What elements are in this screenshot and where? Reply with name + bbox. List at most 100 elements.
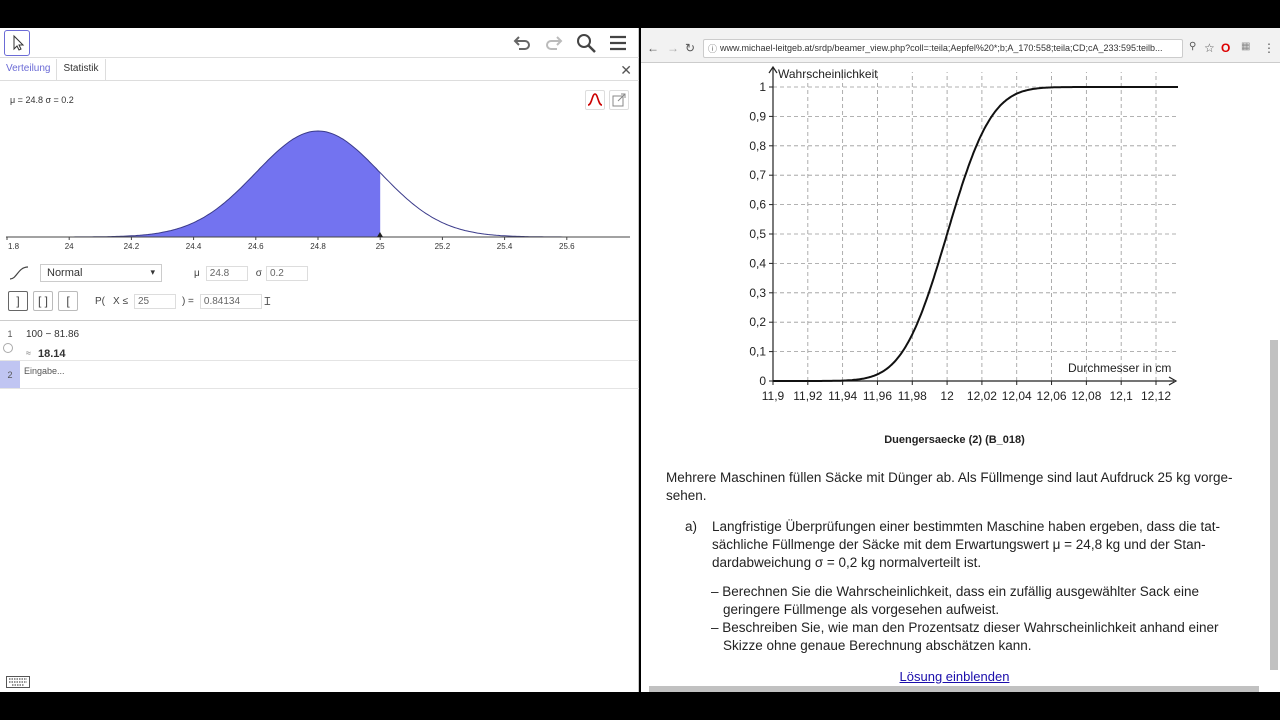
algebra-row-1[interactable]: 1 100 − 81.86 ≈ 18.14 — [0, 321, 639, 361]
opera-icon[interactable]: O — [1221, 41, 1230, 55]
url-text: www.michael-leitgeb.at/srdp/beamer_view.… — [720, 43, 1163, 53]
y-tick-label: 0,9 — [749, 109, 766, 123]
sigma-label: σ — [255, 267, 262, 279]
x-tick-label: 11,9 — [762, 389, 785, 403]
y-tick-label: 0,2 — [749, 315, 766, 329]
y-axis-label: Wahrscheinlichkeit — [778, 67, 878, 81]
redo-icon — [546, 36, 563, 50]
x-tick-label: 12,08 — [1071, 389, 1101, 403]
algebra-input[interactable]: 100 − 81.86 — [26, 329, 79, 340]
y-tick-label: 0,7 — [749, 168, 766, 182]
left-sided-button[interactable]: ] — [8, 291, 28, 311]
mu-input[interactable]: 24.8 — [205, 265, 248, 281]
y-tick-label: 0,3 — [749, 286, 766, 300]
back-icon[interactable]: ← — [647, 41, 659, 55]
part-a-text: Langfristige Überprüfungen einer bestimm… — [712, 518, 1220, 572]
x-tick-label: 24 — [65, 242, 74, 251]
upper-bound-input[interactable]: 25 — [133, 293, 176, 309]
zoom-icon[interactable]: ⚲ — [1189, 41, 1196, 52]
y-tick-label: 0 — [759, 374, 766, 388]
y-tick-label: 0,1 — [749, 345, 766, 359]
chart-grid — [773, 72, 1176, 381]
probability-row: ] [ ] [ P( X ≤ 25 ) = 0.84134 Ｉ — [8, 290, 273, 312]
x-tick-labels: 11,9 11,92 11,94 11,96 11,98 12 12,02 12,04 12,0… — [762, 381, 1171, 403]
x-tick-label: 12,04 — [1002, 389, 1032, 403]
shaded-probability-area — [7, 131, 381, 237]
intro-line-1: Mehrere Maschinen füllen Säcke mit Dünge… — [666, 470, 1233, 485]
x-tick-label: 11,96 — [863, 389, 892, 403]
geogebra-window: Verteilung Statistik ✕ μ = 24.8 σ = 0.2 … — [0, 28, 639, 692]
redo-button[interactable] — [543, 32, 565, 54]
cumulative-toggle-icon[interactable] — [8, 264, 30, 282]
x-tick-label: 12,1 — [1110, 389, 1134, 403]
exercise-title: Duengersaecke (2) (B_018) — [884, 434, 1025, 446]
url-field[interactable]: ⓘ www.michael-leitgeb.at/srdp/beamer_vie… — [703, 39, 1183, 58]
x-tick-label: 24.2 — [124, 242, 140, 251]
row-number: 1 — [7, 329, 13, 339]
right-sided-button[interactable]: [ — [58, 291, 78, 311]
intro-line-2: sehen. — [666, 488, 707, 503]
undo-button[interactable] — [511, 32, 533, 54]
export-button[interactable] — [609, 90, 629, 110]
x-tick-label: 12 — [940, 389, 954, 403]
close-icon[interactable]: ✕ — [620, 62, 632, 79]
prob-suffix: ) = — [181, 295, 194, 307]
tab-verteilung[interactable]: Verteilung — [0, 59, 58, 80]
task-1-line-1: – Berechnen Sie die Wahrscheinlichkeit, … — [711, 584, 1200, 599]
cdf-chart: 00,10,20,30,40,50,60,70,80,91 11,9 11,92 1… — [749, 65, 1178, 403]
approx-symbol: ≈ — [26, 348, 31, 358]
distribution-select[interactable]: Normal — [40, 264, 162, 282]
x-tick-label: 12,02 — [967, 389, 997, 403]
x-tick-label: 25.6 — [559, 242, 575, 251]
reload-icon[interactable]: ↻ — [685, 41, 695, 55]
x-tick-label: 25.4 — [497, 242, 513, 251]
tab-statistik[interactable]: Statistik — [57, 59, 106, 80]
info-icon[interactable]: ⓘ — [708, 42, 717, 55]
y-tick-label: 0,8 — [749, 139, 766, 153]
cursor-icon — [13, 34, 25, 51]
search-icon — [577, 34, 596, 53]
forward-icon[interactable]: → — [667, 41, 679, 55]
y-tick-label: 0,4 — [749, 256, 766, 270]
x-tick-label: 12,12 — [1141, 389, 1171, 403]
part-a-line-3: dardabweichung σ = 0,2 kg normalverteilt… — [712, 555, 982, 570]
interval-button[interactable]: [ ] — [33, 291, 53, 311]
y-tick-label: 0,5 — [749, 227, 766, 241]
move-tool-button[interactable] — [4, 30, 30, 56]
show-solution-link[interactable]: Lösung einblenden — [641, 669, 1268, 684]
y-tick-label: 0,6 — [749, 198, 766, 212]
probability-result[interactable]: 0.84134 — [199, 293, 262, 309]
keyboard-icon[interactable] — [6, 676, 30, 688]
menu-button[interactable] — [607, 32, 629, 54]
export-icon — [612, 93, 626, 107]
task-2-line-2: Skizze ohne genaue Berechnung abschätzen… — [723, 638, 1032, 653]
part-a-line-1: Langfristige Überprüfungen einer bestimm… — [712, 519, 1221, 534]
extension-icon[interactable]: ▦ — [1241, 41, 1250, 52]
sigma-input[interactable]: 0.2 — [265, 265, 308, 281]
normal-overlay-button[interactable] — [585, 90, 605, 110]
distribution-graph: 1.8 24 24.2 24.4 24.6 24.8 25 25.2 25.4 25.6 — [6, 130, 630, 251]
search-button[interactable] — [575, 32, 597, 54]
x-tick-label: 24.4 — [186, 242, 202, 251]
bell-curve-icon — [587, 93, 603, 106]
algebra-input-placeholder[interactable]: Eingabe... — [24, 366, 65, 376]
y-tick-label: 1 — [759, 80, 766, 94]
visibility-toggle[interactable] — [3, 343, 13, 353]
x-tick-label: 25 — [376, 242, 385, 251]
vertical-scrollbar[interactable] — [1270, 340, 1278, 670]
kebab-menu-icon[interactable]: ⋮ — [1263, 41, 1275, 55]
algebra-output: 18.14 — [38, 348, 66, 360]
task-2-line-1: – Beschreiben Sie, wie man den Prozentsa… — [711, 620, 1219, 635]
algebra-row-2[interactable]: 2 Eingabe... — [0, 361, 639, 389]
x-axis-label: Durchmesser in cm — [1068, 361, 1171, 375]
x-tick-label: 24.8 — [310, 242, 326, 251]
algebra-view: 1 100 − 81.86 ≈ 18.14 2 Eingabe... — [0, 320, 639, 389]
horizontal-scrollbar[interactable] — [649, 686, 1259, 692]
x-tick-label: 25.2 — [435, 242, 451, 251]
star-icon[interactable]: ☆ — [1204, 41, 1215, 55]
x-tick-label: 1.8 — [8, 242, 20, 251]
row-number: 2 — [0, 361, 20, 388]
geogebra-toolbar — [0, 28, 639, 58]
mu-label: μ — [194, 267, 200, 279]
intro-text: Mehrere Maschinen füllen Säcke mit Dünge… — [666, 469, 1233, 505]
